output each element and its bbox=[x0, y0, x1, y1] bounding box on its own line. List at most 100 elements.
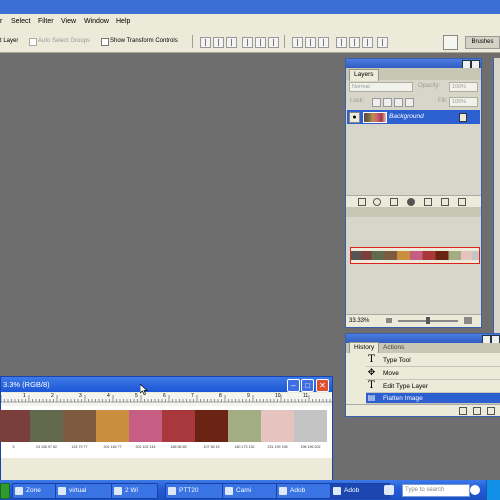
blend-mode-select[interactable]: Normal bbox=[349, 82, 413, 92]
layer-row-background[interactable]: ● Background bbox=[347, 110, 480, 124]
start-button[interactable] bbox=[0, 483, 10, 499]
zoom-out-icon[interactable] bbox=[386, 318, 392, 323]
color-swatch bbox=[294, 410, 327, 442]
delete-state-icon[interactable] bbox=[487, 407, 495, 415]
history-step-selected[interactable]: ▤ Flatten Image bbox=[366, 393, 500, 404]
app-icon bbox=[279, 487, 287, 495]
menu-bar: r Select Filter View Window Help bbox=[0, 14, 500, 32]
show-transform-checkbox[interactable] bbox=[101, 38, 109, 46]
palette-well-icon[interactable] bbox=[443, 35, 458, 50]
taskbar-item-label: Cami bbox=[236, 487, 252, 494]
taskbar-item-label: Adob bbox=[344, 487, 360, 494]
lock-transparent-icon[interactable] bbox=[372, 98, 381, 107]
taskbar-item[interactable]: PTT20 bbox=[165, 483, 224, 499]
minimize-button[interactable]: – bbox=[287, 379, 300, 392]
history-step[interactable]: T Type Tool bbox=[366, 354, 500, 367]
distribute-hcenter-icon[interactable] bbox=[349, 37, 360, 48]
menu-item-select[interactable]: Select bbox=[11, 18, 30, 25]
history-step[interactable]: ✥ Move bbox=[366, 367, 500, 380]
search-placeholder: Type to search bbox=[405, 487, 445, 493]
close-button[interactable]: ✕ bbox=[316, 379, 329, 392]
taskbar: Zone virtual 2 Wi PTT20 Cami Adob Adob T… bbox=[0, 480, 500, 500]
history-step[interactable]: T Edit Type Layer bbox=[366, 380, 500, 393]
history-step-label: Edit Type Layer bbox=[383, 383, 429, 390]
taskbar-item[interactable]: 2 Wi bbox=[111, 483, 158, 499]
ruler-label: 10 bbox=[275, 393, 281, 399]
align-hcenter-icon[interactable] bbox=[255, 37, 266, 48]
type-tool-icon: T bbox=[368, 380, 375, 391]
link-layers-icon[interactable] bbox=[358, 198, 366, 206]
brushes-tab[interactable]: Brushes bbox=[465, 36, 500, 49]
menu-item-help[interactable]: Help bbox=[116, 18, 130, 25]
taskbar-item-label: 2 Wi bbox=[125, 487, 138, 494]
navigator-preview[interactable] bbox=[350, 247, 480, 264]
taskbar-item[interactable]: virtual bbox=[55, 483, 113, 499]
document-canvas[interactable]: 5 24 106 97 82 124 79 77 201 146 77 201 102 … bbox=[0, 406, 332, 458]
distribute-top-icon[interactable] bbox=[292, 37, 303, 48]
taskbar-item[interactable]: Cami bbox=[222, 483, 279, 499]
app-title-bar bbox=[0, 0, 500, 14]
menu-item-window[interactable]: Window bbox=[84, 18, 109, 25]
new-snapshot-icon[interactable] bbox=[473, 407, 481, 415]
tab-layers[interactable]: Layers bbox=[349, 69, 379, 81]
color-swatch bbox=[63, 410, 96, 442]
menu-item-view[interactable]: View bbox=[61, 18, 76, 25]
menu-item-filter[interactable]: Filter bbox=[38, 18, 54, 25]
swatch-code: 5 bbox=[12, 445, 15, 449]
new-layer-icon[interactable] bbox=[441, 198, 449, 206]
options-bar: t Layer Auto Select Groups Show Transfor… bbox=[0, 31, 500, 53]
align-vcenter-icon[interactable] bbox=[213, 37, 224, 48]
swatch-code: 107 36 19 bbox=[203, 445, 220, 449]
search-go-icon[interactable] bbox=[470, 485, 480, 495]
lock-position-icon[interactable] bbox=[394, 98, 403, 107]
tab-actions[interactable]: Actions bbox=[383, 344, 404, 351]
zoom-in-icon[interactable] bbox=[464, 317, 472, 324]
layer-style-icon[interactable] bbox=[373, 198, 381, 206]
auto-align-icon[interactable] bbox=[377, 37, 388, 48]
navigator-tab-strip bbox=[346, 207, 481, 217]
align-right-icon[interactable] bbox=[268, 37, 279, 48]
zoom-value[interactable]: 33.33% bbox=[349, 318, 369, 324]
tab-history[interactable]: History bbox=[349, 342, 380, 353]
zoom-slider-handle[interactable] bbox=[426, 317, 430, 324]
align-left-icon[interactable] bbox=[242, 37, 253, 48]
blend-mode-value: Normal bbox=[352, 84, 370, 90]
auto-select-groups-label: Auto Select Groups bbox=[38, 38, 91, 44]
lock-all-icon[interactable] bbox=[405, 98, 414, 107]
lock-pixels-icon[interactable] bbox=[383, 98, 392, 107]
layer-mask-icon[interactable] bbox=[390, 198, 398, 206]
distribute-vcenter-icon[interactable] bbox=[305, 37, 316, 48]
maximize-button[interactable]: □ bbox=[301, 379, 314, 392]
distribute-left-icon[interactable] bbox=[336, 37, 347, 48]
new-document-icon[interactable] bbox=[459, 407, 467, 415]
delete-layer-icon[interactable] bbox=[458, 198, 466, 206]
ruler-label: 9 bbox=[247, 393, 250, 399]
taskbar-item[interactable]: Adob bbox=[276, 483, 331, 499]
document-titlebar[interactable]: 3.3% (RGB/8) – □ ✕ bbox=[1, 377, 332, 392]
taskbar-item[interactable]: Zone bbox=[12, 483, 58, 499]
layer-thumbnail bbox=[363, 112, 387, 123]
swatch-code: 160 173 132 bbox=[234, 445, 255, 449]
new-group-icon[interactable] bbox=[424, 198, 432, 206]
taskbar-search-input[interactable]: Type to search bbox=[402, 484, 470, 497]
menu-item-layer[interactable]: r bbox=[0, 18, 2, 25]
align-bottom-icon[interactable] bbox=[226, 37, 237, 48]
layer-name: Background bbox=[389, 113, 424, 120]
fill-field[interactable]: 100% bbox=[449, 97, 478, 107]
auto-select-groups-checkbox[interactable] bbox=[29, 38, 37, 46]
horizontal-ruler: 1 2 3 4 5 6 7 8 9 10 11 bbox=[1, 393, 332, 407]
app-icon bbox=[168, 487, 176, 495]
distribute-right-icon[interactable] bbox=[362, 37, 373, 48]
eye-icon[interactable]: ● bbox=[349, 112, 360, 123]
separator bbox=[284, 35, 285, 48]
opacity-field[interactable]: 100% bbox=[449, 82, 478, 92]
align-top-icon[interactable] bbox=[200, 37, 211, 48]
adjustment-layer-icon[interactable] bbox=[407, 198, 415, 206]
document-title: 3.3% (RGB/8) bbox=[3, 380, 50, 389]
ruler-label: 4 bbox=[107, 393, 110, 399]
side-panel-edge bbox=[493, 58, 500, 338]
color-swatch bbox=[195, 410, 228, 442]
taskbar-item-active[interactable]: Adob bbox=[330, 483, 390, 499]
search-app-icon[interactable] bbox=[384, 485, 394, 495]
distribute-bottom-icon[interactable] bbox=[318, 37, 329, 48]
